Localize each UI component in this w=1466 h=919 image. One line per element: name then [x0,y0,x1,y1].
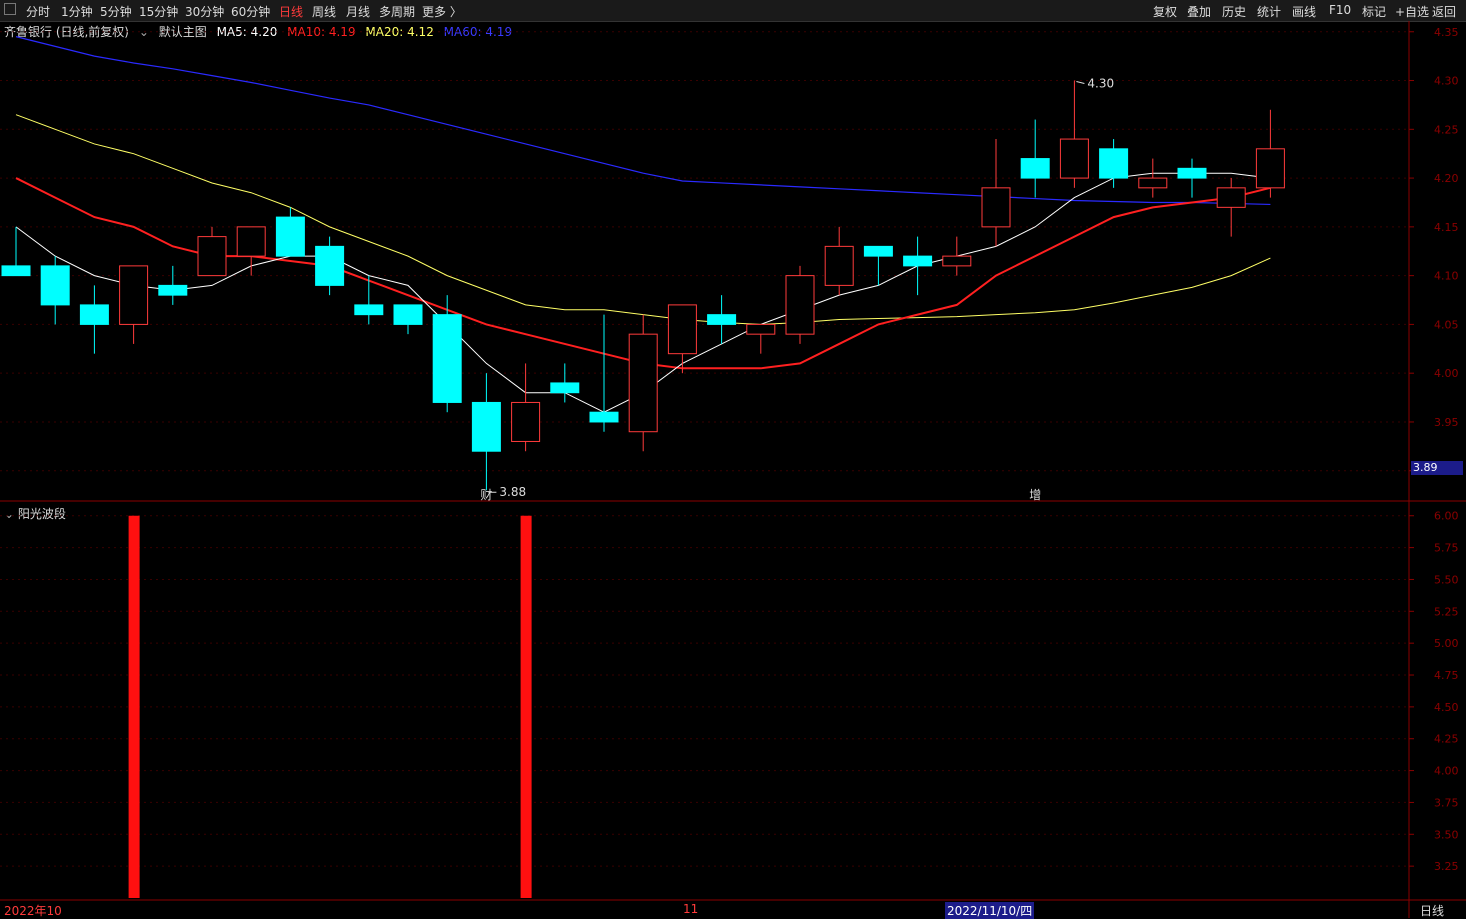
y-tick-label: 5.25 [1434,605,1459,618]
candle-body [315,245,345,286]
kline-chart[interactable]: 4.354.304.254.204.154.104.054.003.953.90… [0,0,1466,918]
signal-bar [128,515,140,898]
candle-body [1216,187,1246,208]
date-axis-label-mid: 11 [683,902,699,916]
candle-body [354,304,384,316]
y-tick-label: 5.00 [1434,637,1459,650]
y-tick-label: 4.15 [1434,221,1459,234]
cursor-date-label: 2022/11/10/四 [945,902,1035,919]
candle-body [1177,167,1207,179]
y-tick-label: 4.25 [1434,733,1459,746]
event-marker-report: 财 [480,488,492,502]
y-tick-label: 4.25 [1434,123,1459,136]
candle-body [785,275,815,335]
candle-body [981,187,1011,228]
candle-body [1099,148,1129,179]
candle-body [863,245,893,257]
candle-body [707,314,737,325]
y-tick-label: 3.50 [1434,828,1459,841]
candle-body [824,245,854,286]
y-tick-label: 4.35 [1434,26,1459,39]
y-tick-label: 5.75 [1434,542,1459,555]
y-tick-label: 5.50 [1434,573,1459,586]
candle-body [236,226,266,257]
candle-body [1255,148,1285,189]
current-price-label: 3.89 [1411,461,1463,475]
y-tick-label: 4.05 [1434,318,1459,331]
y-tick-label: 4.30 [1434,75,1459,88]
period-label: 日线 [1420,904,1445,918]
high-marker [1076,81,1085,85]
y-tick-label: 6.00 [1434,510,1459,523]
ma60-line [15,36,1271,206]
candle-body [746,323,776,335]
candle-body [667,304,697,355]
candle-body [550,382,580,394]
candle-body [432,314,462,403]
y-tick-label: 3.25 [1434,860,1459,873]
y-tick-label: 4.75 [1434,669,1459,682]
candle-body [275,216,305,257]
y-tick-label: 3.75 [1434,796,1459,809]
candle-body [628,333,658,433]
y-tick-label: 3.95 [1434,416,1459,429]
y-tick-label: 4.20 [1434,172,1459,185]
candle-body [119,265,149,325]
event-marker-increase: 增 [1029,488,1041,502]
low-price-label: 3.88 [499,485,526,499]
candle-body [158,284,188,296]
candle-body [79,304,109,325]
y-tick-label: 4.00 [1434,367,1459,380]
candle-body [511,401,541,442]
candle-body [40,265,70,306]
signal-bar [520,515,532,898]
candle-body [589,411,619,423]
candle-body [393,304,423,325]
y-tick-label: 4.00 [1434,765,1459,778]
candle-body [471,401,501,452]
candle-body [1138,177,1168,189]
candle-body [903,255,933,267]
candle-body [197,236,227,277]
candle-body [942,255,972,267]
high-price-label: 4.30 [1087,77,1114,91]
y-tick-label: 4.10 [1434,270,1459,283]
date-axis-label-left: 2022年10 [4,904,62,918]
candle-body [1,265,31,277]
candle-body [1059,138,1089,179]
y-tick-label: 4.50 [1434,701,1459,714]
candle-body [1020,158,1050,179]
